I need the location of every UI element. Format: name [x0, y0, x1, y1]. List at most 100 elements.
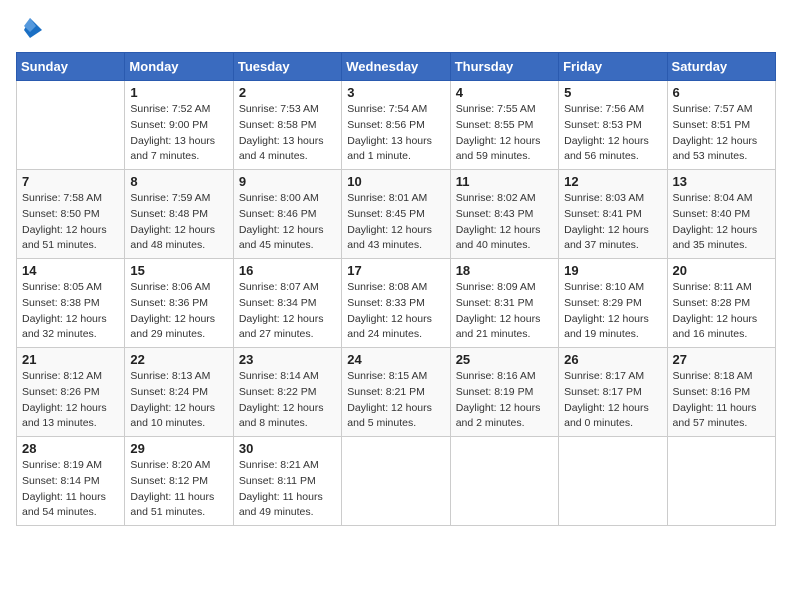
- day-info: Sunrise: 8:02 AMSunset: 8:43 PMDaylight:…: [456, 191, 553, 254]
- day-number: 28: [22, 441, 119, 456]
- day-info: Sunrise: 8:01 AMSunset: 8:45 PMDaylight:…: [347, 191, 444, 254]
- day-info: Sunrise: 7:58 AMSunset: 8:50 PMDaylight:…: [22, 191, 119, 254]
- calendar-row: 7 Sunrise: 7:58 AMSunset: 8:50 PMDaylight…: [17, 170, 776, 259]
- day-number: 16: [239, 263, 336, 278]
- day-info: Sunrise: 7:59 AMSunset: 8:48 PMDaylight:…: [130, 191, 227, 254]
- calendar-cell: 14 Sunrise: 8:05 AMSunset: 8:38 PMDayligh…: [17, 259, 125, 348]
- day-number: 13: [673, 174, 770, 189]
- calendar-table: SundayMondayTuesdayWednesdayThursdayFrid…: [16, 52, 776, 526]
- day-info: Sunrise: 8:18 AMSunset: 8:16 PMDaylight:…: [673, 369, 770, 432]
- day-info: Sunrise: 7:56 AMSunset: 8:53 PMDaylight:…: [564, 102, 661, 165]
- day-number: 15: [130, 263, 227, 278]
- day-info: Sunrise: 7:55 AMSunset: 8:55 PMDaylight:…: [456, 102, 553, 165]
- calendar-cell: 5 Sunrise: 7:56 AMSunset: 8:53 PMDaylight…: [559, 81, 667, 170]
- calendar-row: 28 Sunrise: 8:19 AMSunset: 8:14 PMDayligh…: [17, 437, 776, 526]
- day-info: Sunrise: 8:09 AMSunset: 8:31 PMDaylight:…: [456, 280, 553, 343]
- day-number: 26: [564, 352, 661, 367]
- day-info: Sunrise: 8:11 AMSunset: 8:28 PMDaylight:…: [673, 280, 770, 343]
- day-number: 24: [347, 352, 444, 367]
- calendar-cell: 29 Sunrise: 8:20 AMSunset: 8:12 PMDayligh…: [125, 437, 233, 526]
- day-info: Sunrise: 8:05 AMSunset: 8:38 PMDaylight:…: [22, 280, 119, 343]
- day-number: 11: [456, 174, 553, 189]
- calendar-cell: 8Sunrise: 7:59 AMSunset: 8:48 PMDaylight…: [125, 170, 233, 259]
- day-header-friday: Friday: [559, 53, 667, 81]
- day-info: Sunrise: 8:13 AMSunset: 8:24 PMDaylight:…: [130, 369, 227, 432]
- calendar-cell: 17 Sunrise: 8:08 AMSunset: 8:33 PMDayligh…: [342, 259, 450, 348]
- day-number: 2: [239, 85, 336, 100]
- day-header-monday: Monday: [125, 53, 233, 81]
- day-info: Sunrise: 8:15 AMSunset: 8:21 PMDaylight:…: [347, 369, 444, 432]
- day-info: Sunrise: 8:07 AMSunset: 8:34 PMDaylight:…: [239, 280, 336, 343]
- calendar-cell: 28 Sunrise: 8:19 AMSunset: 8:14 PMDayligh…: [17, 437, 125, 526]
- day-header-saturday: Saturday: [667, 53, 775, 81]
- day-info: Sunrise: 8:20 AMSunset: 8:12 PMDaylight:…: [130, 458, 227, 521]
- day-number: 1: [130, 85, 227, 100]
- calendar-cell: 13 Sunrise: 8:04 AMSunset: 8:40 PMDayligh…: [667, 170, 775, 259]
- day-number: 23: [239, 352, 336, 367]
- day-header-tuesday: Tuesday: [233, 53, 341, 81]
- day-number: 30: [239, 441, 336, 456]
- logo: [16, 16, 48, 44]
- day-number: 25: [456, 352, 553, 367]
- day-header-wednesday: Wednesday: [342, 53, 450, 81]
- calendar-cell: 25 Sunrise: 8:16 AMSunset: 8:19 PMDayligh…: [450, 348, 558, 437]
- header: [16, 16, 776, 44]
- calendar-cell: [17, 81, 125, 170]
- day-info: Sunrise: 8:08 AMSunset: 8:33 PMDaylight:…: [347, 280, 444, 343]
- calendar-cell: 16 Sunrise: 8:07 AMSunset: 8:34 PMDayligh…: [233, 259, 341, 348]
- day-info: Sunrise: 8:12 AMSunset: 8:26 PMDaylight:…: [22, 369, 119, 432]
- day-number: 6: [673, 85, 770, 100]
- calendar-cell: 24 Sunrise: 8:15 AMSunset: 8:21 PMDayligh…: [342, 348, 450, 437]
- day-number: 9: [239, 174, 336, 189]
- calendar-row: 1 Sunrise: 7:52 AMSunset: 9:00 PMDaylight…: [17, 81, 776, 170]
- day-info: Sunrise: 8:06 AMSunset: 8:36 PMDaylight:…: [130, 280, 227, 343]
- calendar-cell: 22 Sunrise: 8:13 AMSunset: 8:24 PMDayligh…: [125, 348, 233, 437]
- day-number: 27: [673, 352, 770, 367]
- calendar-cell: 10 Sunrise: 8:01 AMSunset: 8:45 PMDayligh…: [342, 170, 450, 259]
- day-header-sunday: Sunday: [17, 53, 125, 81]
- day-number: 3: [347, 85, 444, 100]
- day-number: 14: [22, 263, 119, 278]
- day-number: 7: [22, 174, 119, 189]
- day-number: 12: [564, 174, 661, 189]
- calendar-cell: 3 Sunrise: 7:54 AMSunset: 8:56 PMDaylight…: [342, 81, 450, 170]
- day-number: 5: [564, 85, 661, 100]
- day-header-thursday: Thursday: [450, 53, 558, 81]
- day-info: Sunrise: 8:19 AMSunset: 8:14 PMDaylight:…: [22, 458, 119, 521]
- day-number: 10: [347, 174, 444, 189]
- calendar-cell: 15 Sunrise: 8:06 AMSunset: 8:36 PMDayligh…: [125, 259, 233, 348]
- calendar-cell: 19 Sunrise: 8:10 AMSunset: 8:29 PMDayligh…: [559, 259, 667, 348]
- day-info: Sunrise: 7:53 AMSunset: 8:58 PMDaylight:…: [239, 102, 336, 165]
- day-info: Sunrise: 7:57 AMSunset: 8:51 PMDaylight:…: [673, 102, 770, 165]
- day-info: Sunrise: 8:04 AMSunset: 8:40 PMDaylight:…: [673, 191, 770, 254]
- day-info: Sunrise: 8:16 AMSunset: 8:19 PMDaylight:…: [456, 369, 553, 432]
- calendar-cell: 11 Sunrise: 8:02 AMSunset: 8:43 PMDayligh…: [450, 170, 558, 259]
- calendar-cell: [342, 437, 450, 526]
- calendar-cell: 2 Sunrise: 7:53 AMSunset: 8:58 PMDaylight…: [233, 81, 341, 170]
- calendar-cell: 7 Sunrise: 7:58 AMSunset: 8:50 PMDaylight…: [17, 170, 125, 259]
- day-info: Sunrise: 8:14 AMSunset: 8:22 PMDaylight:…: [239, 369, 336, 432]
- calendar-row: 21 Sunrise: 8:12 AMSunset: 8:26 PMDayligh…: [17, 348, 776, 437]
- day-number: 17: [347, 263, 444, 278]
- day-number: 21: [22, 352, 119, 367]
- calendar-row: 14 Sunrise: 8:05 AMSunset: 8:38 PMDayligh…: [17, 259, 776, 348]
- calendar-cell: [667, 437, 775, 526]
- calendar-cell: [559, 437, 667, 526]
- calendar-cell: 9 Sunrise: 8:00 AMSunset: 8:46 PMDaylight…: [233, 170, 341, 259]
- day-number: 19: [564, 263, 661, 278]
- day-info: Sunrise: 8:03 AMSunset: 8:41 PMDaylight:…: [564, 191, 661, 254]
- day-info: Sunrise: 8:10 AMSunset: 8:29 PMDaylight:…: [564, 280, 661, 343]
- calendar-cell: 12 Sunrise: 8:03 AMSunset: 8:41 PMDayligh…: [559, 170, 667, 259]
- calendar-cell: 1 Sunrise: 7:52 AMSunset: 9:00 PMDaylight…: [125, 81, 233, 170]
- calendar-cell: 18Sunrise: 8:09 AMSunset: 8:31 PMDayligh…: [450, 259, 558, 348]
- day-number: 22: [130, 352, 227, 367]
- day-info: Sunrise: 7:54 AMSunset: 8:56 PMDaylight:…: [347, 102, 444, 165]
- day-number: 20: [673, 263, 770, 278]
- day-number: 29: [130, 441, 227, 456]
- calendar-cell: 4Sunrise: 7:55 AMSunset: 8:55 PMDaylight…: [450, 81, 558, 170]
- day-info: Sunrise: 7:52 AMSunset: 9:00 PMDaylight:…: [130, 102, 227, 165]
- calendar-cell: 27 Sunrise: 8:18 AMSunset: 8:16 PMDayligh…: [667, 348, 775, 437]
- logo-icon: [16, 16, 44, 44]
- calendar-cell: [450, 437, 558, 526]
- day-info: Sunrise: 8:00 AMSunset: 8:46 PMDaylight:…: [239, 191, 336, 254]
